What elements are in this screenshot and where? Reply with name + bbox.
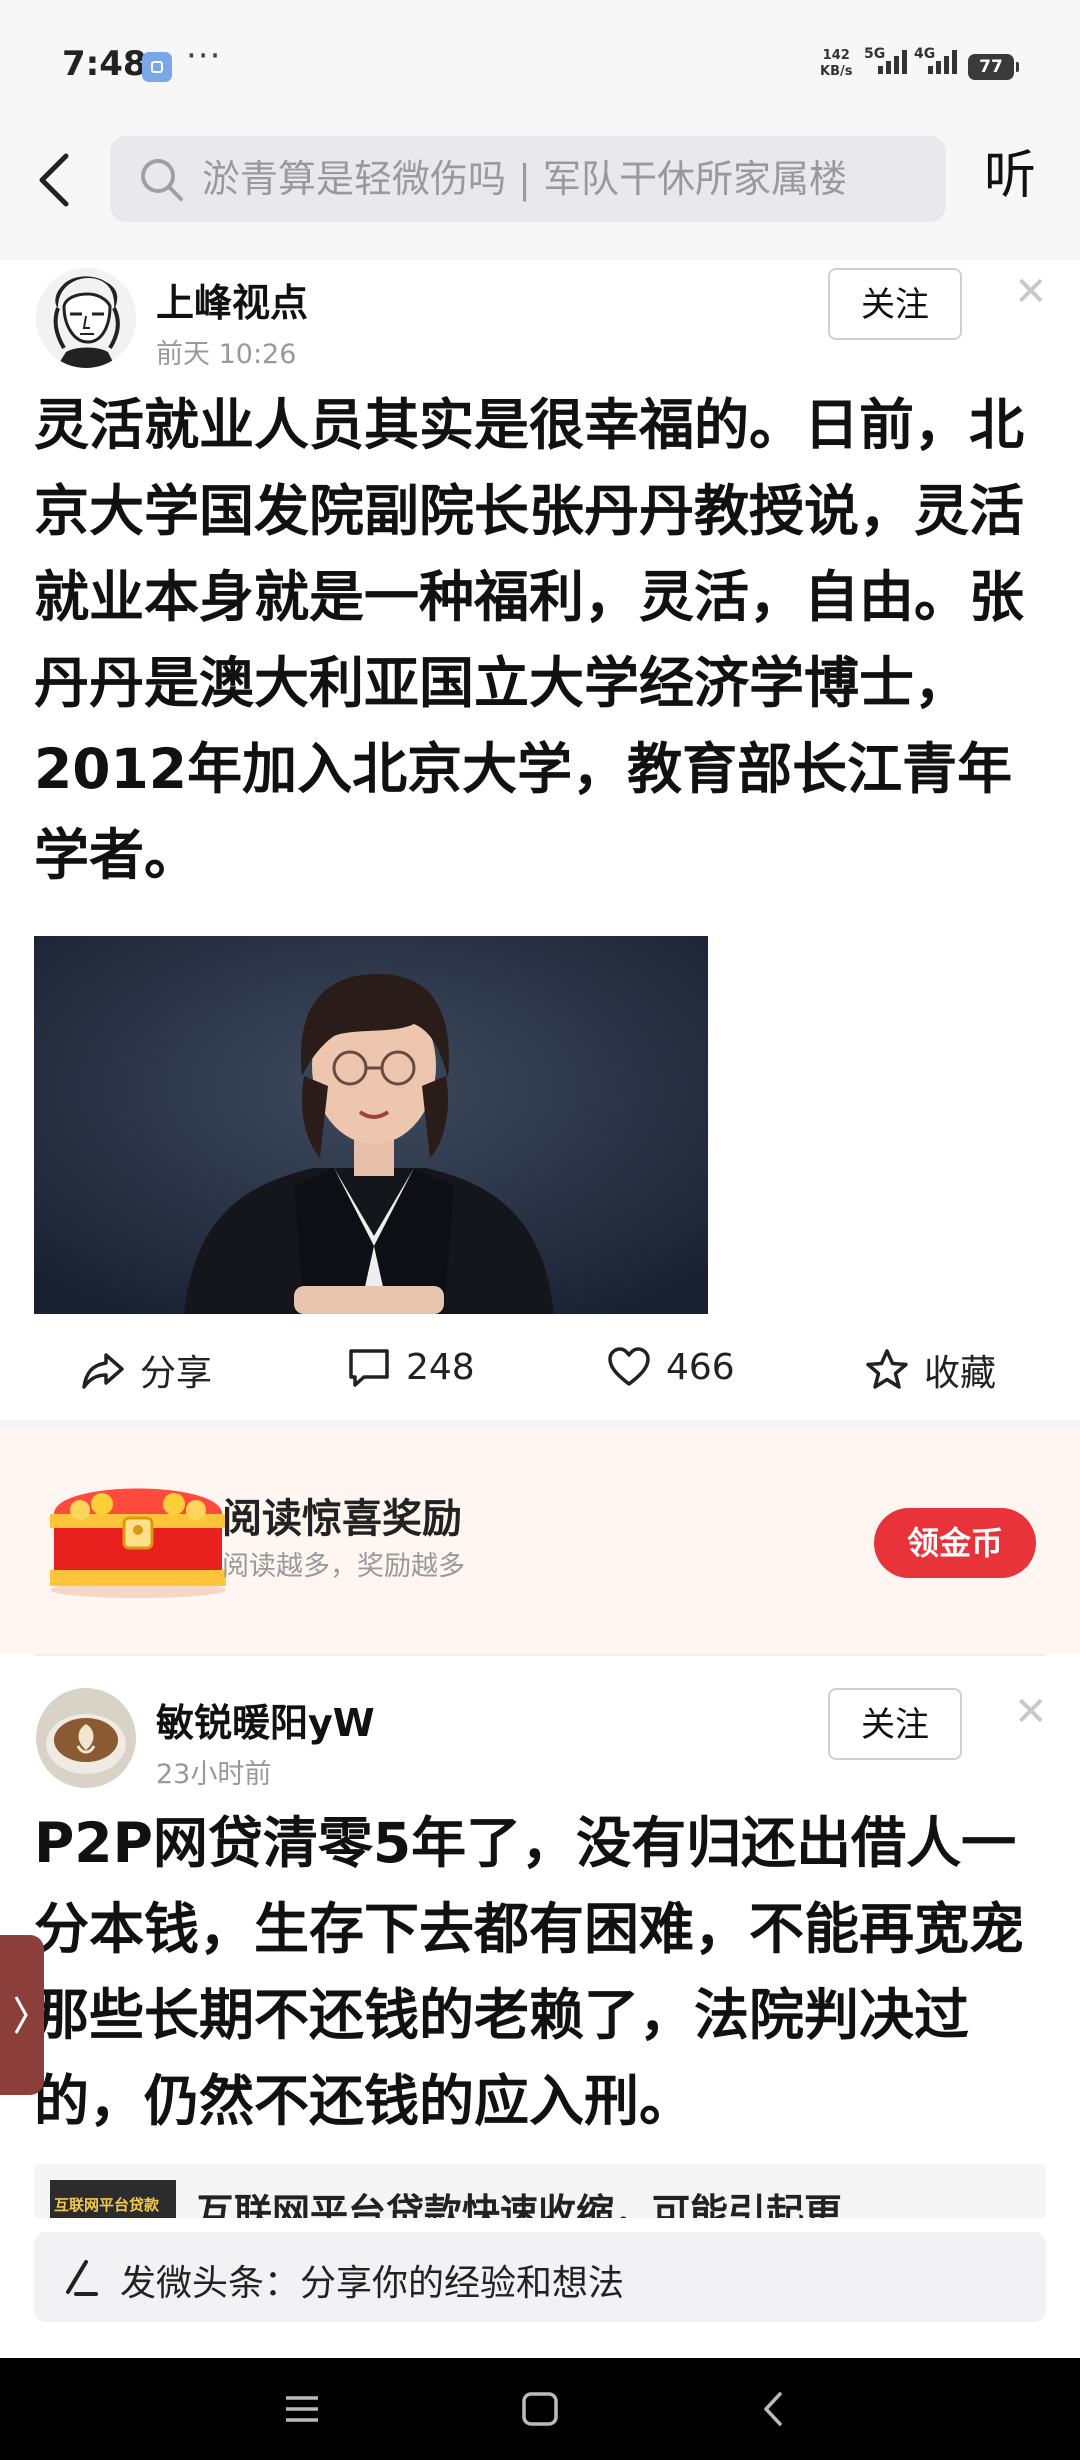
comment-count: 248 xyxy=(406,1346,475,1388)
follow-button[interactable]: 关注 xyxy=(828,268,962,340)
comment-button[interactable]: 248 xyxy=(346,1344,475,1390)
app-notification-icon xyxy=(142,52,172,82)
chevron-right-icon xyxy=(14,1996,28,2034)
signal-5g: 5G xyxy=(864,46,907,74)
back-icon[interactable] xyxy=(30,150,80,210)
favorite-button[interactable]: 收藏 xyxy=(864,1344,996,1396)
share-icon xyxy=(82,1353,124,1389)
network-speed-unit: KB/s xyxy=(820,64,853,79)
share-button[interactable]: 分享 xyxy=(80,1344,212,1396)
search-icon xyxy=(141,159,183,201)
reward-banner[interactable]: 阅读惊喜奖励 阅读越多，奖励越多 领金币 xyxy=(0,1428,1080,1654)
coffee-avatar-image xyxy=(36,1688,136,1788)
home-icon[interactable] xyxy=(520,2390,560,2428)
linked-article-thumbnail: 互联网平台贷款 xyxy=(50,2180,176,2218)
close-icon-2[interactable]: ✕ xyxy=(1014,1692,1048,1732)
close-icon[interactable]: ✕ xyxy=(1014,272,1048,312)
like-count: 466 xyxy=(666,1346,735,1388)
post-time: 前天 10:26 xyxy=(156,339,297,370)
avatar-portrait-image xyxy=(36,268,136,368)
linked-article-card[interactable]: 互联网平台贷款 互联网平台贷款快速收缩，可能引起更 xyxy=(34,2164,1046,2218)
portrait-photo-image xyxy=(34,936,708,1314)
status-time: 7:48 xyxy=(62,44,147,84)
author-avatar-2[interactable] xyxy=(36,1688,136,1788)
pen-icon xyxy=(66,2260,98,2296)
network-speed: 142 KB/s xyxy=(820,48,852,80)
like-button[interactable]: 466 xyxy=(606,1344,735,1390)
more-notifications-icon: ··· xyxy=(186,36,222,76)
post-text-2[interactable]: P2P网贷清零5年了，没有归还出借人一分本钱，生存下去都有困难，不能再宽宠那些长… xyxy=(34,1800,1046,2144)
post-action-bar: 分享 248 466 收藏 xyxy=(0,1320,1080,1420)
signal-4g: 4G xyxy=(914,46,957,74)
signal-4g-icon xyxy=(928,50,957,74)
listen-button[interactable]: 听 xyxy=(984,146,1036,206)
post-image[interactable] xyxy=(34,936,708,1314)
side-drawer-handle[interactable] xyxy=(0,1935,44,2095)
reward-subtitle: 阅读越多，奖励越多 xyxy=(222,1551,465,1582)
network-speed-value: 142 xyxy=(822,48,850,63)
system-nav-bar xyxy=(0,2358,1080,2460)
author-avatar[interactable] xyxy=(36,268,136,368)
author-name[interactable]: 上峰视点 xyxy=(156,272,308,327)
follow-button-2[interactable]: 关注 xyxy=(828,1688,962,1760)
reward-title: 阅读惊喜奖励 xyxy=(222,1496,462,1542)
battery-icon: 77 xyxy=(968,54,1019,80)
post-text[interactable]: 灵活就业人员其实是很幸福的。日前，北京大学国发院副院长张丹丹教授说，灵活就业本身… xyxy=(34,382,1046,898)
section-divider-2 xyxy=(34,1654,1046,1656)
status-bar: 7:48 ··· 142 KB/s 5G 4G 77 xyxy=(0,0,1080,130)
nav-back-icon[interactable] xyxy=(758,2390,788,2428)
star-icon xyxy=(866,1349,908,1389)
compose-input[interactable]: 发微头条：分享你的经验和想法 xyxy=(34,2232,1046,2322)
menu-icon[interactable] xyxy=(282,2392,322,2426)
signal-5g-icon xyxy=(878,50,907,74)
claim-coins-button[interactable]: 领金币 xyxy=(874,1508,1036,1578)
search-input[interactable]: 淤青算是轻微伤吗 | 军队干休所家属楼 xyxy=(110,136,946,222)
favorite-label: 收藏 xyxy=(924,1353,997,1394)
search-placeholder: 淤青算是轻微伤吗 | 军队干休所家属楼 xyxy=(202,157,847,201)
post-time-2: 23小时前 xyxy=(156,1759,272,1790)
linked-article-title: 互联网平台贷款快速收缩，可能引起更 xyxy=(196,2191,843,2218)
comment-icon xyxy=(349,1349,389,1387)
share-label: 分享 xyxy=(140,1353,213,1394)
author-name-2[interactable]: 敏锐暖阳yW xyxy=(156,1692,375,1747)
heart-icon xyxy=(608,1347,650,1386)
treasure-chest-icon xyxy=(50,1488,226,1598)
compose-placeholder: 发微头条：分享你的经验和想法 xyxy=(120,2263,625,2304)
